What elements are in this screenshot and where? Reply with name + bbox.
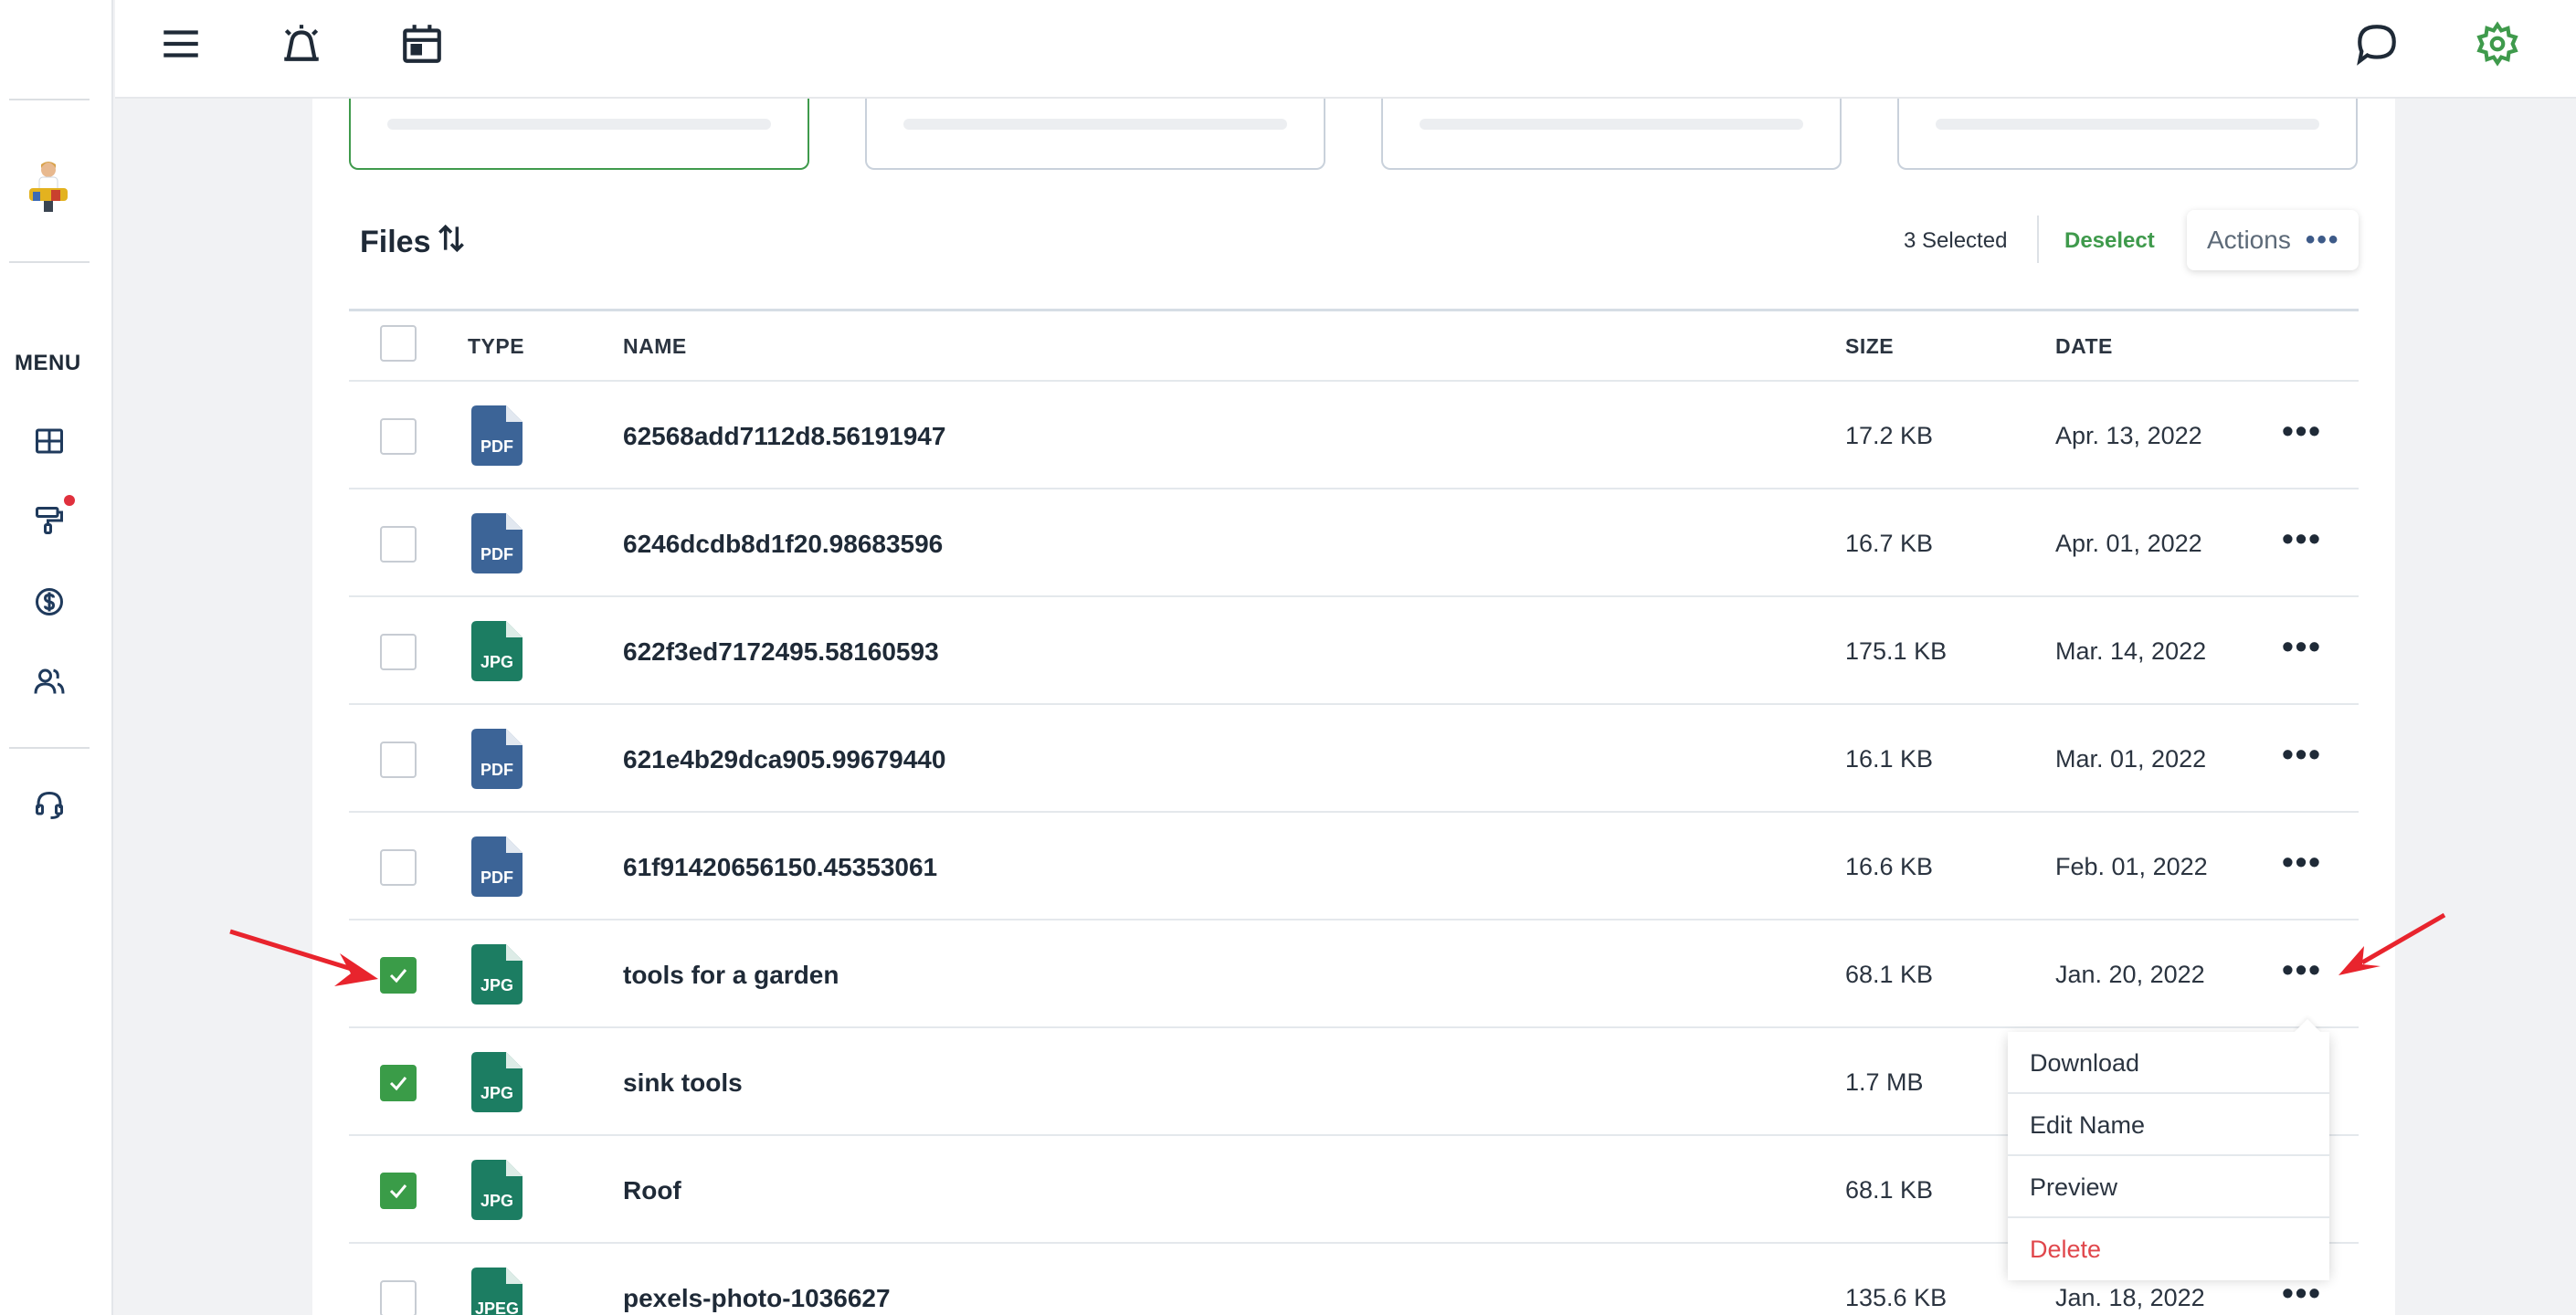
calendar-icon[interactable] [396,18,448,69]
file-type-icon: PDF [471,513,523,573]
table-divider [349,309,2359,311]
file-name[interactable]: 6246dcdb8d1f20.98683596 [623,530,943,559]
file-type-icon: JPEG [471,1268,523,1315]
file-name[interactable]: 621e4b29dca905.99679440 [623,745,945,774]
row-context-menu: Download Edit Name Preview Delete [2008,1018,2329,1280]
users-icon[interactable] [31,663,68,700]
file-size: 68.1 KB [1845,961,1934,988]
row-checkbox[interactable] [380,1280,417,1315]
gear-icon[interactable] [2472,18,2523,69]
row-more-button[interactable]: ••• [2275,953,2329,994]
category-tile[interactable] [1381,99,1842,170]
headset-icon[interactable] [31,787,68,824]
table-row[interactable]: PDF 6246dcdb8d1f20.98683596 16.7 KB Apr. 01… [349,489,2359,597]
row-more-button[interactable]: ••• [2275,1277,2329,1315]
select-all-checkbox[interactable] [380,325,417,362]
left-sidebar: MENU [0,0,113,1315]
dashboard-icon[interactable] [31,423,68,459]
file-size: 1.7 MB [1845,1068,1924,1096]
file-name[interactable]: Roof [623,1176,681,1205]
file-name[interactable]: pexels-photo-1036627 [623,1284,891,1313]
file-name[interactable]: 62568add7112d8.56191947 [623,422,945,451]
file-name[interactable]: 61f91420656150.45353061 [623,853,937,882]
sidebar-divider [9,747,90,749]
column-header-type[interactable]: TYPE [468,334,524,359]
category-tile[interactable] [1897,99,2358,170]
menu-item-download[interactable]: Download [2008,1032,2329,1094]
row-checkbox[interactable] [380,957,417,994]
file-name[interactable]: 622f3ed7172495.58160593 [623,637,939,667]
row-checkbox[interactable] [380,634,417,670]
row-more-button[interactable]: ••• [2275,415,2329,455]
file-name[interactable]: sink tools [623,1068,743,1098]
notification-dot [64,495,75,506]
file-date: Apr. 01, 2022 [2055,530,2202,557]
top-header [115,0,2576,99]
column-header-size[interactable]: SIZE [1845,334,1894,359]
row-more-button[interactable]: ••• [2275,522,2329,563]
table-row[interactable]: JPG tools for a garden 68.1 KB Jan. 20, 202… [349,920,2359,1028]
file-date: Mar. 14, 2022 [2055,637,2207,665]
hamburger-menu-icon[interactable] [155,18,206,69]
menu-item-edit-name[interactable]: Edit Name [2008,1094,2329,1156]
row-checkbox[interactable] [380,1173,417,1209]
file-date: Jan. 18, 2022 [2055,1284,2205,1311]
category-tile-active[interactable] [349,99,809,170]
selected-count: 3 Selected [1904,228,2008,253]
file-type-icon: JPG [471,1160,523,1220]
table-row[interactable]: PDF 621e4b29dca905.99679440 16.1 KB Mar. 01… [349,705,2359,813]
table-header: TYPE NAME SIZE DATE [349,312,2359,382]
menu-label: MENU [15,351,81,375]
file-date: Jan. 20, 2022 [2055,961,2205,988]
annotation-arrow-right-icon [2338,912,2446,975]
sidebar-divider [9,261,90,263]
row-more-button[interactable]: ••• [2275,630,2329,670]
avatar[interactable] [24,157,73,214]
file-date: Mar. 01, 2022 [2055,745,2207,773]
row-checkbox[interactable] [380,526,417,563]
sort-icon[interactable] [434,221,469,264]
deselect-button[interactable]: Deselect [2064,228,2155,254]
column-header-name[interactable]: NAME [623,334,687,359]
row-more-button[interactable]: ••• [2275,738,2329,778]
category-tile[interactable] [865,99,1325,170]
file-size: 175.1 KB [1845,637,1948,665]
row-checkbox[interactable] [380,849,417,886]
file-size: 68.1 KB [1845,1176,1934,1204]
file-date: Feb. 01, 2022 [2055,853,2208,880]
files-title: Files [360,221,469,264]
row-checkbox[interactable] [380,742,417,778]
paint-roller-icon[interactable] [31,502,68,539]
file-name[interactable]: tools for a garden [623,961,839,990]
file-type-icon: JPG [471,1052,523,1112]
row-checkbox[interactable] [380,1065,417,1101]
file-type-icon: PDF [471,836,523,897]
file-type-icon: PDF [471,729,523,789]
actions-button[interactable]: Actions ••• [2187,210,2359,270]
menu-item-preview[interactable]: Preview [2008,1156,2329,1218]
chat-icon[interactable] [2351,18,2402,69]
menu-item-delete[interactable]: Delete [2008,1218,2329,1280]
table-row[interactable]: JPG 622f3ed7172495.58160593 175.1 KB Mar. 1… [349,597,2359,705]
file-type-icon: JPG [471,621,523,681]
dollar-icon[interactable] [31,584,68,620]
row-more-button[interactable]: ••• [2275,846,2329,886]
more-dots-icon: ••• [2305,225,2340,255]
row-checkbox[interactable] [380,418,417,455]
column-header-date[interactable]: DATE [2055,334,2113,359]
file-size: 135.6 KB [1845,1284,1948,1311]
divider [2037,216,2039,263]
file-size: 16.6 KB [1845,853,1934,880]
file-size: 16.1 KB [1845,745,1934,773]
sidebar-divider [9,99,90,100]
table-row[interactable]: PDF 61f91420656150.45353061 16.6 KB Feb. 01… [349,813,2359,920]
file-type-icon: PDF [471,405,523,466]
file-date: Apr. 13, 2022 [2055,422,2202,449]
alarm-icon[interactable] [276,18,327,69]
file-type-icon: JPG [471,944,523,1005]
annotation-arrow-left-icon [229,929,378,986]
file-size: 17.2 KB [1845,422,1934,449]
table-row[interactable]: PDF 62568add7112d8.56191947 17.2 KB Apr. 13… [349,382,2359,489]
file-size: 16.7 KB [1845,530,1934,557]
